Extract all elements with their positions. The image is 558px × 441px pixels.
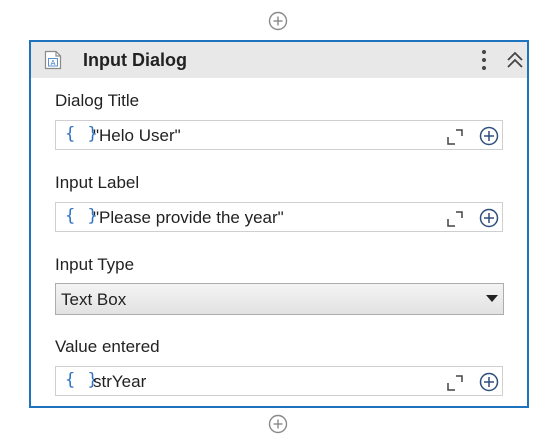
input-dialog-activity-card[interactable]: A Input Dialog Dialog Title { } "Helo Us… <box>29 40 529 408</box>
collapse-icon[interactable] <box>505 50 525 70</box>
input-type-select[interactable]: Text Box <box>55 283 504 315</box>
input-label-label: Input Label <box>55 173 140 192</box>
workflow-canvas: A Input Dialog Dialog Title { } "Helo Us… <box>0 0 558 441</box>
input-type-selected-value: Text Box <box>61 290 127 309</box>
input-dialog-icon: A <box>44 50 62 70</box>
activity-title: Input Dialog <box>83 50 187 70</box>
add-activity-below-icon[interactable] <box>268 414 288 434</box>
input-label-value: "Please provide the year" <box>93 208 284 227</box>
input-label-field[interactable]: { } "Please provide the year" <box>55 202 503 232</box>
dialog-title-label: Dialog Title <box>55 91 140 110</box>
svg-text:A: A <box>51 59 56 67</box>
dropdown-arrow-icon <box>486 295 498 303</box>
add-variable-icon[interactable] <box>479 126 499 146</box>
expand-editor-icon[interactable] <box>447 375 463 391</box>
value-entered-label: Value entered <box>55 337 160 356</box>
input-type-label: Input Type <box>55 255 135 274</box>
expand-editor-icon[interactable] <box>447 211 463 227</box>
dialog-title-value: "Helo User" <box>93 126 181 145</box>
add-variable-icon[interactable] <box>479 372 499 392</box>
add-variable-icon[interactable] <box>479 208 499 228</box>
value-entered-field[interactable]: { } strYear <box>55 366 503 396</box>
add-activity-above-icon[interactable] <box>268 11 288 31</box>
more-options-icon[interactable] <box>476 48 492 72</box>
activity-header[interactable]: A Input Dialog <box>31 42 527 78</box>
value-entered-value: strYear <box>93 372 147 391</box>
expand-editor-icon[interactable] <box>447 129 463 145</box>
dialog-title-field[interactable]: { } "Helo User" <box>55 120 503 150</box>
